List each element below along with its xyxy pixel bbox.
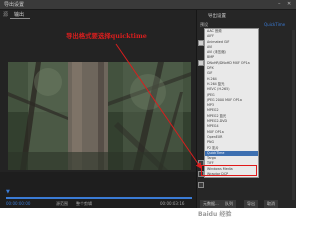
video-preview [8, 62, 191, 170]
source-range-value[interactable]: 整个剪辑 [76, 201, 92, 207]
export-settings-window: 导出设置 – ✕ 源 输出 ▼ 00:00:00:00 源范围 整个剪辑 00:… [0, 0, 296, 220]
format-option[interactable]: 波形音频 [205, 177, 258, 178]
import-to-project-checkbox[interactable] [198, 182, 204, 188]
tab-output[interactable]: 输出 [14, 11, 24, 18]
format-value[interactable]: QuickTime [264, 22, 285, 27]
title-bar: 导出设置 – ✕ [0, 0, 296, 10]
quicktime-highlight-box [201, 165, 257, 176]
timecode-start: 00:00:00:00 [6, 201, 31, 206]
close-icon[interactable]: ✕ [287, 1, 291, 7]
annotation-text: 导出格式要选择quicktime [66, 32, 147, 40]
minimize-icon[interactable]: – [278, 1, 281, 7]
page-footer [0, 208, 296, 220]
format-dropdown-list[interactable]: AAC 音频 AIFF Animated GIF AVI AVI (未压缩) BMP DNx… [204, 28, 259, 178]
forest-frame-image [8, 62, 191, 170]
cancel-button[interactable]: 取消 [264, 200, 278, 208]
active-tab-indicator [10, 18, 30, 19]
export-settings-heading: 导出设置 [208, 14, 226, 19]
tab-source[interactable]: 源 [3, 11, 8, 18]
timeline-range [6, 197, 192, 199]
source-range-label: 源范围 [56, 201, 68, 206]
timecode-end: 00:00:03:16 [160, 201, 185, 206]
window-title: 导出设置 [4, 2, 25, 8]
metadata-button[interactable]: 元数据... [200, 200, 222, 208]
watermark: Baidu 经验 [198, 211, 232, 218]
panel-scrollbar[interactable] [292, 30, 295, 200]
playhead-icon[interactable]: ▼ [6, 189, 10, 195]
queue-button[interactable]: 队列 [222, 200, 236, 208]
export-button[interactable]: 导出 [244, 200, 258, 208]
